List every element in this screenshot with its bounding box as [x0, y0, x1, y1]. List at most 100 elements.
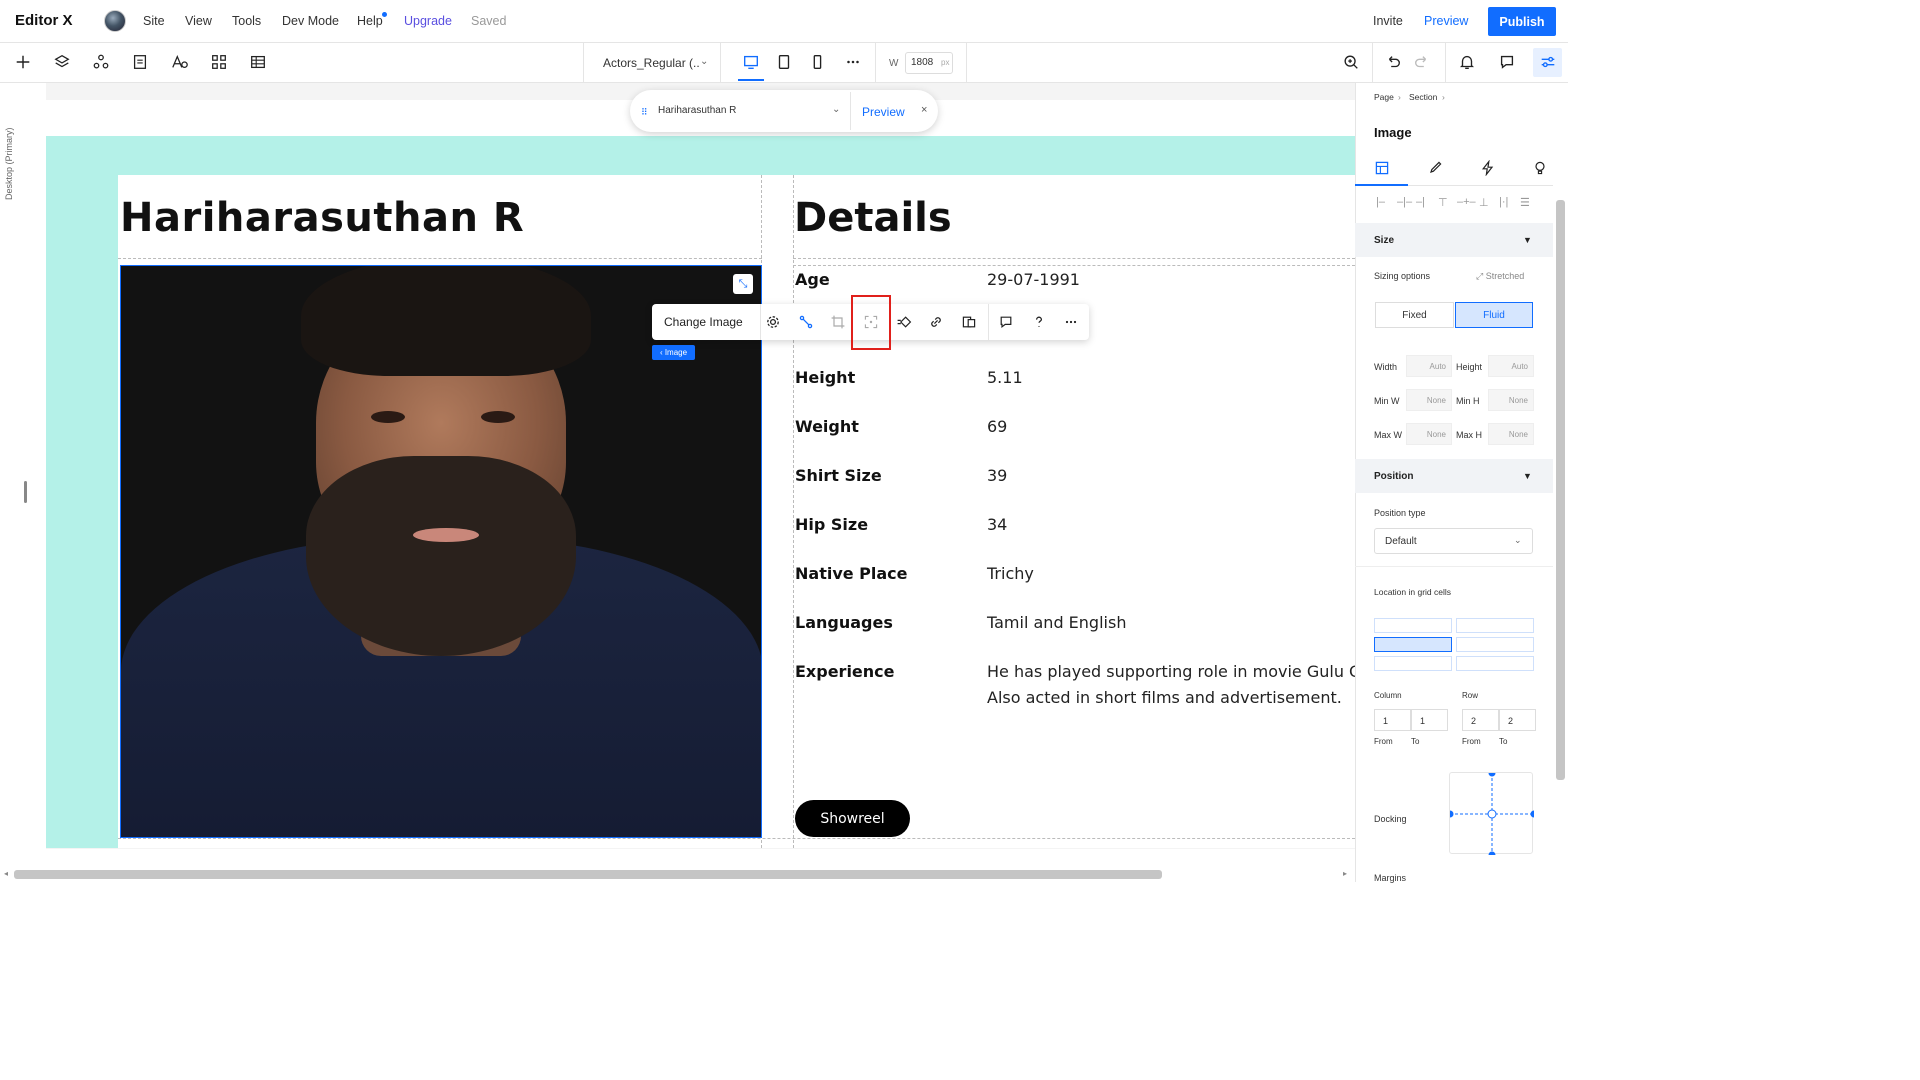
- max-height-field[interactable]: None: [1488, 423, 1534, 445]
- distribute-v-icon[interactable]: ☰: [1520, 196, 1530, 209]
- more-options-icon[interactable]: [1061, 312, 1081, 332]
- comments-icon[interactable]: [1497, 52, 1517, 72]
- detail-value-line2[interactable]: Also acted in short films and advertisem…: [987, 688, 1342, 707]
- detail-label[interactable]: Experience: [795, 662, 895, 681]
- chevron-down-icon[interactable]: ⌄: [700, 56, 708, 67]
- inspector-settings-icon[interactable]: [1538, 52, 1558, 72]
- height-field[interactable]: Auto: [1488, 355, 1534, 377]
- pill-preview-button[interactable]: Preview: [862, 105, 905, 119]
- pages-icon[interactable]: [130, 52, 150, 72]
- cms-table-icon[interactable]: [248, 52, 268, 72]
- editor-logo[interactable]: Editor X: [15, 12, 73, 29]
- menu-tools[interactable]: Tools: [232, 14, 261, 28]
- min-height-field[interactable]: None: [1488, 389, 1534, 411]
- publish-button[interactable]: Publish: [1488, 7, 1556, 36]
- zoom-icon[interactable]: [1341, 52, 1361, 72]
- resize-handle[interactable]: [24, 481, 27, 503]
- layers-icon[interactable]: [52, 52, 72, 72]
- detail-label[interactable]: Hip Size: [795, 515, 868, 534]
- detail-value[interactable]: 69: [987, 417, 1007, 436]
- detail-value[interactable]: Trichy: [987, 564, 1034, 583]
- mobile-breakpoint-icon[interactable]: [807, 52, 827, 72]
- grid-cell[interactable]: [1456, 618, 1534, 633]
- more-breakpoints-icon[interactable]: [843, 52, 863, 72]
- interactions-bolt-tab-icon[interactable]: [1479, 159, 1497, 177]
- detail-label[interactable]: Height: [795, 368, 855, 387]
- menu-help[interactable]: Help: [357, 14, 383, 28]
- grid-cell[interactable]: [1374, 656, 1452, 671]
- menu-site[interactable]: Site: [143, 14, 165, 28]
- align-left-icon[interactable]: |–: [1376, 196, 1385, 208]
- change-image-button[interactable]: Change Image: [664, 315, 743, 329]
- detail-label[interactable]: Weight: [795, 417, 859, 436]
- chevron-down-icon[interactable]: ⌄: [1514, 535, 1522, 546]
- upgrade-link[interactable]: Upgrade: [404, 14, 452, 28]
- detail-value[interactable]: 29-07-1991: [987, 270, 1080, 289]
- selected-element-name[interactable]: Hariharasuthan R: [658, 105, 736, 116]
- horizontal-scroll-thumb[interactable]: [14, 870, 1162, 879]
- detail-value[interactable]: 5.11: [987, 368, 1023, 387]
- preview-button[interactable]: Preview: [1424, 14, 1468, 28]
- add-icon[interactable]: [13, 52, 33, 72]
- caret-down-icon[interactable]: ▼: [1523, 471, 1532, 481]
- column-from-input[interactable]: 1: [1374, 709, 1411, 731]
- site-avatar[interactable]: [104, 10, 126, 32]
- detail-label[interactable]: Native Place: [795, 564, 908, 583]
- drag-handle-icon[interactable]: ⠿: [641, 107, 648, 118]
- column-to-input[interactable]: 1: [1411, 709, 1448, 731]
- menu-view[interactable]: View: [185, 14, 212, 28]
- accessibility-bulb-tab-icon[interactable]: [1531, 159, 1549, 177]
- design-brush-tab-icon[interactable]: [1426, 159, 1444, 177]
- desktop-breakpoint-icon[interactable]: [741, 52, 761, 72]
- breadcrumb-section[interactable]: Section: [1409, 92, 1437, 102]
- actor-name-heading[interactable]: Hariharasuthan R: [120, 195, 524, 241]
- fluid-toggle[interactable]: Fluid: [1455, 302, 1533, 328]
- min-width-field[interactable]: None: [1406, 389, 1452, 411]
- layout-tab-icon[interactable]: [1373, 159, 1391, 177]
- caret-down-icon[interactable]: ▼: [1523, 235, 1532, 245]
- position-type-dropdown[interactable]: Default: [1374, 528, 1533, 554]
- details-heading[interactable]: Details: [794, 195, 952, 241]
- crop-icon[interactable]: [828, 312, 848, 332]
- row-to-input[interactable]: 2: [1499, 709, 1536, 731]
- align-right-icon[interactable]: –|: [1416, 196, 1425, 208]
- width-field[interactable]: Auto: [1406, 355, 1452, 377]
- notifications-bell-icon[interactable]: [1457, 52, 1477, 72]
- breadcrumb-page[interactable]: Page: [1374, 92, 1394, 102]
- grid-cell[interactable]: [1374, 618, 1452, 633]
- invite-button[interactable]: Invite: [1373, 14, 1403, 28]
- panel-scroll-thumb[interactable]: [1556, 200, 1565, 780]
- comment-icon[interactable]: [996, 312, 1016, 332]
- scroll-left-icon[interactable]: ◂: [4, 869, 8, 878]
- showreel-button[interactable]: Showreel: [795, 800, 910, 837]
- undo-icon[interactable]: [1383, 52, 1403, 72]
- row-from-input[interactable]: 2: [1462, 709, 1499, 731]
- max-width-field[interactable]: None: [1406, 423, 1452, 445]
- align-top-icon[interactable]: ⊤: [1438, 196, 1448, 209]
- distribute-h-icon[interactable]: |·|: [1499, 196, 1508, 208]
- detail-label[interactable]: Shirt Size: [795, 466, 882, 485]
- fixed-toggle[interactable]: Fixed: [1375, 302, 1454, 328]
- redo-icon[interactable]: [1412, 52, 1432, 72]
- animation-icon[interactable]: [894, 312, 914, 332]
- chevron-down-icon[interactable]: ⌄: [832, 104, 840, 115]
- settings-gear-icon[interactable]: [763, 312, 783, 332]
- detail-label[interactable]: Age: [795, 270, 830, 289]
- collapse-arrows-icon[interactable]: ⤡: [733, 274, 753, 294]
- detail-label[interactable]: Languages: [795, 613, 893, 632]
- align-bottom-icon[interactable]: ⊥: [1479, 196, 1489, 209]
- detail-value[interactable]: He has played supporting role in movie G…: [987, 662, 1355, 681]
- grid-cell[interactable]: [1456, 637, 1534, 652]
- help-question-icon[interactable]: [1029, 312, 1049, 332]
- stretched-option[interactable]: ⤢ Stretched: [1476, 271, 1524, 282]
- page-select[interactable]: Actors_Regular (..: [603, 56, 700, 70]
- link-icon[interactable]: [926, 312, 946, 332]
- tablet-breakpoint-icon[interactable]: [774, 52, 794, 72]
- components-icon[interactable]: [91, 52, 111, 72]
- apps-icon[interactable]: [209, 52, 229, 72]
- grid-cell[interactable]: [1456, 656, 1534, 671]
- close-icon[interactable]: ×: [921, 104, 927, 116]
- detail-value[interactable]: 39: [987, 466, 1007, 485]
- layout-switch-icon[interactable]: [959, 312, 979, 332]
- element-type-tag[interactable]: ‹ Image: [652, 345, 695, 360]
